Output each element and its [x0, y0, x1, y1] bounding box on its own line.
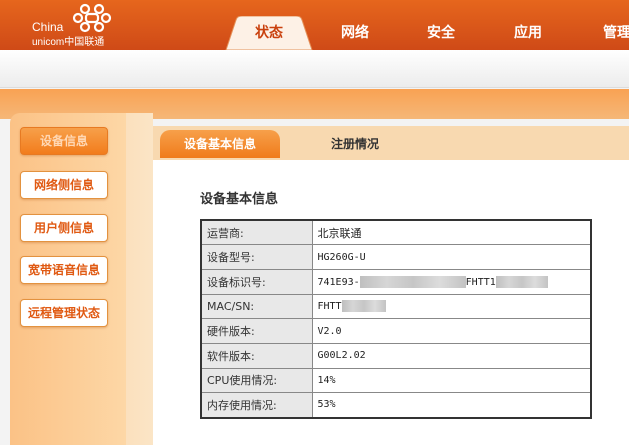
- table-row: MAC/SN: FHTT: [200, 293, 592, 320]
- row-label: CPU使用情况:: [200, 367, 313, 394]
- row-label: 硬件版本:: [200, 318, 313, 344]
- device-info-table: 运营商: 北京联通 设备型号: HG260G-U 设备标识号: 741E93- F…: [200, 219, 592, 419]
- sidebar-item-user-side-info[interactable]: 用户侧信息: [20, 214, 108, 242]
- main-nav: 状态 网络 安全 应用 管理: [0, 0, 629, 50]
- redacted-block: [495, 275, 548, 288]
- tab-application[interactable]: 应用: [503, 22, 553, 50]
- redacted-block: [341, 300, 386, 313]
- sn-prefix: FHTT: [317, 301, 342, 313]
- row-value: 北京联通: [311, 219, 592, 246]
- row-value: 14%: [311, 367, 592, 394]
- sidebar-item-device-info[interactable]: 设备信息: [20, 127, 108, 155]
- sidebar-item-network-side-info[interactable]: 网络侧信息: [20, 171, 108, 199]
- sidebar: 设备信息 网络侧信息 用户侧信息 宽带语音信息 远程管理状态: [10, 113, 126, 445]
- table-row: CPU使用情况: 14%: [200, 367, 592, 394]
- table-row: 设备标识号: 741E93- FHTT1: [200, 268, 592, 295]
- row-value: 741E93- FHTT1: [311, 268, 592, 295]
- sidebar-divider: [126, 113, 153, 445]
- row-value: FHTT: [311, 293, 592, 320]
- tab-registration-status[interactable]: 注册情况: [300, 130, 410, 158]
- device-id-prefix: 741E93-: [317, 276, 360, 288]
- row-label: 内存使用情况:: [200, 392, 313, 418]
- row-label: 运营商:: [200, 219, 313, 246]
- table-row: 运营商: 北京联通: [200, 219, 592, 246]
- tab-device-basic-info[interactable]: 设备基本信息: [160, 130, 280, 158]
- tab-network[interactable]: 网络: [330, 22, 380, 50]
- tab-status[interactable]: 状态: [224, 22, 314, 50]
- sidebar-item-remote-mgmt-status[interactable]: 远程管理状态: [20, 299, 108, 327]
- device-id-mid: FHTT1: [465, 276, 496, 288]
- row-label: 设备标识号:: [200, 268, 313, 295]
- tab-management[interactable]: 管理: [592, 22, 629, 50]
- row-label: MAC/SN:: [200, 293, 313, 320]
- row-value: 53%: [311, 392, 592, 418]
- sub-nav-bar: [0, 50, 629, 88]
- row-label: 软件版本:: [200, 342, 313, 369]
- table-row: 设备型号: HG260G-U: [200, 244, 592, 270]
- sidebar-item-voice-info[interactable]: 宽带语音信息: [20, 256, 108, 284]
- table-row: 软件版本: G00L2.02: [200, 342, 592, 369]
- row-value: HG260G-U: [311, 244, 592, 270]
- section-title: 设备基本信息: [200, 192, 279, 207]
- row-label: 设备型号:: [200, 244, 313, 270]
- table-row: 内存使用情况: 53%: [200, 392, 592, 418]
- tab-security[interactable]: 安全: [416, 22, 466, 50]
- redacted-block: [359, 275, 466, 288]
- row-value: G00L2.02: [311, 342, 592, 369]
- row-value: V2.0: [311, 318, 592, 344]
- table-row: 硬件版本: V2.0: [200, 318, 592, 344]
